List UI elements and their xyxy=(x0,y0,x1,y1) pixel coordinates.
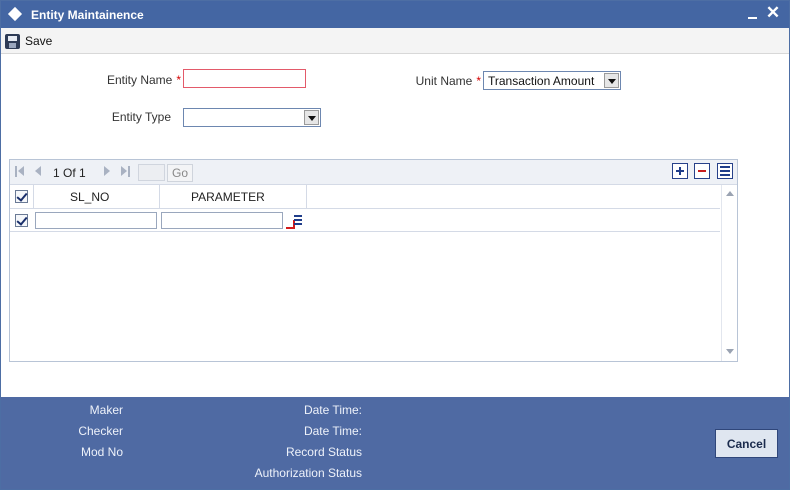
toolbar: Save xyxy=(1,28,789,54)
authorization-status-label: Authorization Status xyxy=(254,466,362,480)
chevron-down-icon[interactable] xyxy=(304,110,319,125)
required-mark: * xyxy=(476,74,481,88)
minus-icon[interactable] xyxy=(694,163,710,179)
grid-toolbar: 1 Of 1 Go xyxy=(10,160,737,185)
column-separator xyxy=(306,185,307,209)
checker-date-time-label: Date Time: xyxy=(303,424,362,438)
page-number-input[interactable] xyxy=(138,164,165,181)
list-of-values-icon[interactable] xyxy=(286,213,303,229)
record-status-label: Record Status xyxy=(285,445,362,459)
parameter-input[interactable] xyxy=(161,212,283,229)
window-title: Entity Maintainence xyxy=(31,8,144,22)
entity-type-label: Entity Type xyxy=(111,110,171,124)
column-separator xyxy=(159,185,160,209)
column-header-parameter[interactable]: PARAMETER xyxy=(191,190,265,204)
diamond-icon xyxy=(7,6,23,22)
date-time-label: Date Time: xyxy=(303,403,362,417)
maker-label: Maker xyxy=(89,403,123,417)
list-icon[interactable] xyxy=(717,163,733,179)
sl-no-input[interactable] xyxy=(35,212,157,229)
close-icon[interactable]: ✕ xyxy=(765,4,781,22)
parameter-grid: 1 Of 1 Go SL_NO PARAMETER xyxy=(9,159,738,362)
previous-page-icon[interactable] xyxy=(35,166,43,177)
plus-icon[interactable] xyxy=(672,163,688,179)
last-page-icon[interactable] xyxy=(121,166,131,177)
column-separator xyxy=(33,185,34,209)
column-header-sl-no[interactable]: SL_NO xyxy=(70,190,109,204)
mod-no-label: Mod No xyxy=(80,445,123,459)
title-bar: Entity Maintainence ✕ xyxy=(1,1,789,28)
entity-name-label: Entity Name * xyxy=(106,73,181,87)
entity-name-input[interactable] xyxy=(183,69,306,88)
row-checkbox[interactable] xyxy=(15,214,28,227)
unit-name-label: Unit Name * xyxy=(415,74,481,88)
select-all-checkbox[interactable] xyxy=(15,190,28,203)
audit-footer: Maker Checker Mod No Date Time: Date Tim… xyxy=(1,397,789,489)
save-label: Save xyxy=(25,34,53,48)
required-mark: * xyxy=(176,73,181,87)
save-icon xyxy=(5,33,20,49)
grid-scrollbar[interactable] xyxy=(721,185,737,361)
cancel-button[interactable]: Cancel xyxy=(715,429,778,458)
chevron-down-icon[interactable] xyxy=(604,73,619,88)
first-page-icon[interactable] xyxy=(15,166,25,177)
scroll-down-icon[interactable] xyxy=(726,349,734,354)
entity-maintenance-window: Entity Maintainence ✕ Save Entity Name * … xyxy=(0,0,790,490)
unit-name-value: Transaction Amount xyxy=(488,74,595,88)
minimize-icon[interactable] xyxy=(746,7,760,21)
save-button[interactable]: Save xyxy=(5,32,52,50)
unit-name-select[interactable]: Transaction Amount xyxy=(483,71,621,90)
grid-header: SL_NO PARAMETER xyxy=(10,185,720,209)
entity-type-select[interactable] xyxy=(183,108,321,127)
table-row xyxy=(10,209,720,232)
next-page-icon[interactable] xyxy=(104,166,112,177)
go-button[interactable]: Go xyxy=(167,164,193,182)
pager-text: 1 Of 1 xyxy=(53,166,86,180)
scroll-up-icon[interactable] xyxy=(726,191,734,196)
checker-label: Checker xyxy=(78,424,123,438)
